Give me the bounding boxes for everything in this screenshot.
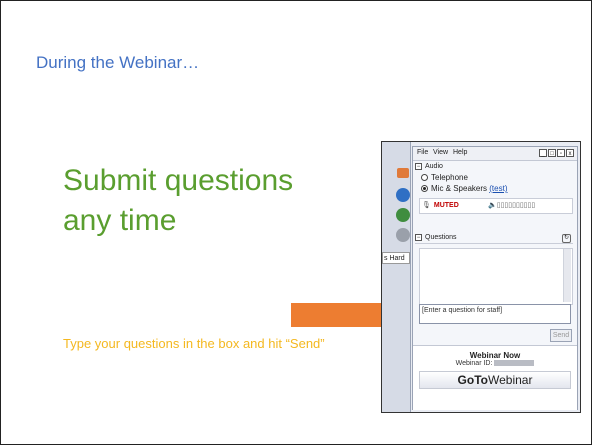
telephone-option[interactable]: Telephone <box>421 173 468 183</box>
side-tab-strip: s Hard <box>382 142 411 412</box>
control-panel-window: File View Help _ □ ▫ x − Audio Telephone … <box>412 146 578 410</box>
partial-tab-label: s Hard <box>382 252 410 264</box>
mute-status-row[interactable]: 🎙 MUTED 🔈▯▯▯▯▯▯▯▯▯▯ <box>419 198 573 214</box>
maximize-button[interactable]: □ <box>548 149 556 157</box>
window-buttons: _ □ ▫ x <box>539 149 574 157</box>
grey-tab-icon[interactable] <box>396 228 410 242</box>
telephone-radio[interactable] <box>421 174 428 181</box>
slide: During the Webinar… Submit questions any… <box>0 0 592 445</box>
restore-button[interactable]: ▫ <box>557 149 565 157</box>
test-link[interactable]: (test) <box>489 184 507 193</box>
gotowebinar-panel-screenshot: s Hard File View Help _ □ ▫ x − Audio Tel… <box>381 141 581 413</box>
webinar-footer: Webinar Now Webinar ID: GoToWebinar <box>413 345 577 410</box>
questions-log <box>419 248 573 305</box>
orange-tab-icon[interactable] <box>397 168 409 178</box>
refresh-icon[interactable]: ↻ <box>562 234 571 243</box>
questions-section-header[interactable]: − Questions ↻ <box>415 233 573 244</box>
audio-section-header[interactable]: − Audio <box>415 162 573 172</box>
collapse-icon[interactable]: − <box>415 233 422 241</box>
telephone-label: Telephone <box>431 173 468 182</box>
menu-bar: File View Help _ □ ▫ x <box>413 147 577 161</box>
muted-label: MUTED <box>433 202 459 209</box>
menu-file[interactable]: File <box>417 149 428 156</box>
audio-heading: Audio <box>425 163 443 170</box>
minimize-button[interactable]: _ <box>539 149 547 157</box>
webinar-id-row: Webinar ID: <box>413 360 577 367</box>
screen-tab-icon[interactable] <box>396 188 410 202</box>
menu-help[interactable]: Help <box>453 149 467 156</box>
questions-heading: Questions <box>425 234 457 241</box>
webinar-id-label: Webinar ID: <box>455 360 493 367</box>
volume-meter-icon: 🔈▯▯▯▯▯▯▯▯▯▯ <box>488 202 536 209</box>
gotowebinar-logo: GoToWebinar <box>419 371 571 389</box>
mic-speakers-radio[interactable] <box>421 185 428 192</box>
mic-speakers-option[interactable]: Mic & Speakers (test) <box>421 184 508 194</box>
menu-view[interactable]: View <box>433 149 448 156</box>
send-button[interactable]: Send <box>550 329 572 342</box>
question-input[interactable]: [Enter a question for staff] <box>419 304 571 324</box>
mic-tab-icon[interactable] <box>396 208 410 222</box>
section-title: During the Webinar… <box>36 53 200 72</box>
webinar-id-redacted <box>494 360 535 367</box>
logo-regular: Webinar <box>487 373 533 387</box>
mic-icon: 🎙 <box>422 202 431 209</box>
close-button[interactable]: x <box>566 149 574 157</box>
collapse-icon[interactable]: − <box>415 162 422 170</box>
logo-bold: GoTo <box>457 373 488 387</box>
webinar-now-title: Webinar Now <box>469 351 521 360</box>
questions-scrollbar[interactable] <box>563 249 571 302</box>
headline: Submit questions any time <box>63 164 294 237</box>
mic-speakers-label: Mic & Speakers <box>431 184 488 193</box>
